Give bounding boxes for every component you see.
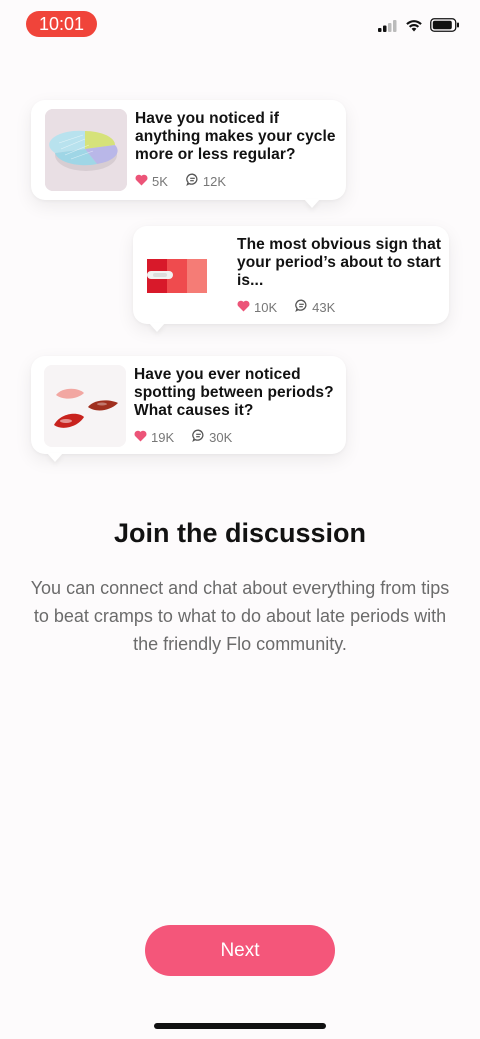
signal-icon: [378, 19, 398, 37]
red-swatches-thumbnail: [143, 235, 225, 317]
heart-icon: [134, 430, 151, 445]
card-content: The most obvious sign that your period’s…: [237, 236, 449, 315]
comments-stat: 30K: [192, 429, 232, 445]
discussion-card-3[interactable]: Have you ever noticed spotting between p…: [31, 356, 346, 462]
card-stats: 5K 12K: [135, 173, 346, 189]
bubble-tail: [304, 199, 320, 208]
next-button[interactable]: Next: [145, 925, 335, 976]
home-indicator[interactable]: [154, 1023, 326, 1029]
page-description: You can connect and chat about everythin…: [30, 578, 450, 654]
card-stats: 10K 43K: [237, 299, 449, 315]
likes-stat: 5K: [135, 174, 168, 189]
bubble-tail: [149, 323, 165, 332]
card-content: Have you ever noticed spotting between p…: [134, 366, 346, 445]
status-icons: [378, 18, 460, 37]
bubble-tail: [47, 453, 63, 462]
comment-bubble-icon: [186, 173, 203, 189]
comment-bubble-icon: [295, 299, 312, 315]
likes-stat: 19K: [134, 430, 174, 445]
discussion-question: Have you ever noticed spotting between p…: [134, 366, 334, 419]
pie-chart-thumbnail: [45, 109, 127, 191]
card-stats: 19K 30K: [134, 429, 346, 445]
likes-count: 5K: [152, 173, 168, 189]
comment-bubble-icon: [192, 429, 209, 445]
comments-stat: 12K: [186, 173, 226, 189]
heart-icon: [135, 174, 152, 189]
battery-icon: [430, 18, 460, 37]
likes-stat: 10K: [237, 300, 277, 315]
comments-count: 43K: [312, 299, 336, 315]
likes-count: 19K: [151, 429, 175, 445]
page-title: Join the discussion: [113, 518, 367, 548]
card-content: Have you noticed if anything makes your …: [135, 110, 346, 189]
gloss-smears-thumbnail: [44, 365, 126, 447]
status-time: 10:01: [26, 11, 97, 37]
heart-icon: [237, 300, 254, 315]
comments-count: 12K: [202, 173, 227, 189]
likes-count: 10K: [254, 299, 278, 315]
discussion-question: The most obvious sign that your period’s…: [237, 236, 442, 289]
discussion-question: Have you noticed if anything makes your …: [135, 110, 336, 163]
discussion-card-1[interactable]: Have you noticed if anything makes your …: [31, 100, 346, 208]
status-bar: 10:01: [0, 0, 480, 50]
comments-stat: 43K: [295, 299, 335, 315]
comments-count: 30K: [209, 429, 233, 445]
wifi-icon: [405, 19, 423, 37]
discussion-card-2[interactable]: The most obvious sign that your period’s…: [133, 226, 449, 332]
